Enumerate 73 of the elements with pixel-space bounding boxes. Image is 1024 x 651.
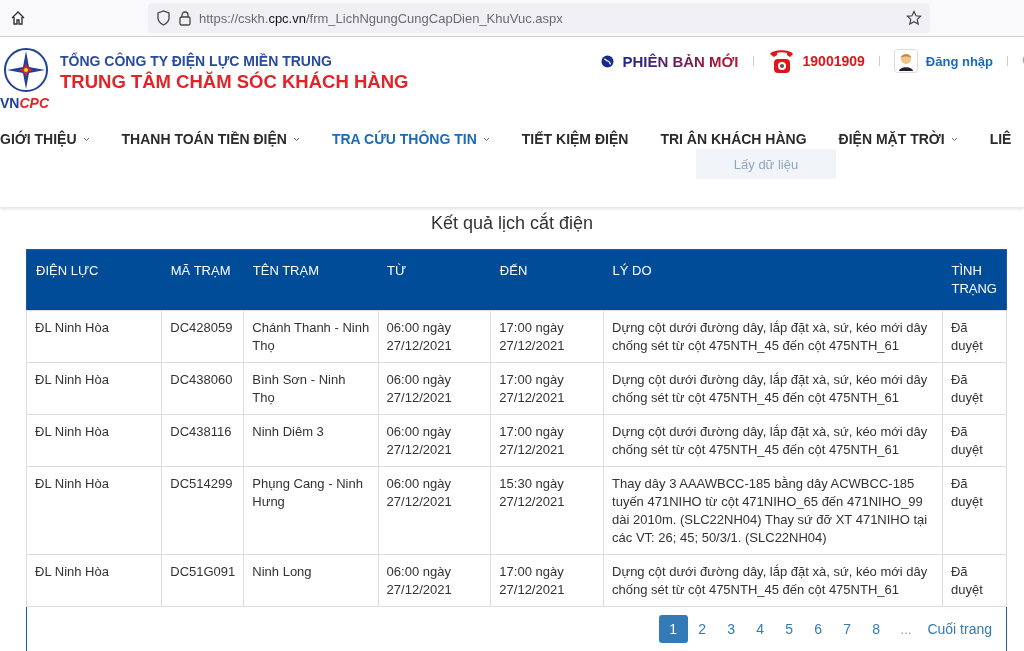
lock-icon	[179, 10, 191, 26]
table-cell: 06:00 ngày 27/12/2021	[378, 414, 491, 467]
center-name: TRUNG TÂM CHĂM SÓC KHÁCH HÀNG	[60, 71, 409, 93]
table-cell: 17:00 ngày 27/12/2021	[490, 362, 604, 415]
table-cell: DC51G091	[161, 554, 244, 607]
column-header: TÊN TRẠM	[243, 249, 379, 311]
last-page-link[interactable]: Cuối trang	[921, 621, 992, 637]
page-ellipsis: ...	[899, 621, 913, 637]
table-cell: Phụng Cang - Ninh Hưng	[243, 466, 379, 555]
table-cell: Đã duyệt	[942, 310, 1007, 363]
table-cell: Dựng cột dưới đường dây, lắp đặt xà, sứ, kéo mới dây chống sét từ cột 475NTH_45 đến cột 475NTH_61	[603, 554, 943, 607]
table-cell: Ninh Diêm 3	[243, 414, 379, 467]
globe-icon	[601, 54, 615, 68]
nav-item[interactable]: TRI ÂN KHÁCH HÀNG	[660, 131, 807, 147]
table-cell: DC514299	[161, 466, 244, 555]
table-cell: ĐL Ninh Hòa	[26, 414, 162, 467]
table-cell: ĐL Ninh Hòa	[26, 310, 162, 363]
table-cell: 06:00 ngày 27/12/2021	[378, 362, 491, 415]
shield-icon[interactable]	[156, 10, 171, 26]
star-icon[interactable]	[906, 10, 922, 26]
table-cell: ĐL Ninh Hòa	[26, 362, 162, 415]
table-cell: Dựng cột dưới đường dây, lắp đặt xà, sứ, kéo mới dây chống sét từ cột 475NTH_45 đến cột 475NTH_61	[603, 414, 943, 467]
page-link[interactable]: 3	[716, 615, 746, 643]
table-cell: 15:30 ngày 27/12/2021	[490, 466, 604, 555]
hotline-number[interactable]: 19001909	[802, 53, 865, 69]
nav-item[interactable]: GIỚI THIỆU	[0, 131, 90, 147]
page-link[interactable]: 1	[658, 615, 688, 643]
table-cell: 17:00 ngày 27/12/2021	[490, 554, 604, 607]
column-header: MÃ TRẠM	[161, 249, 244, 311]
column-header: TỪ	[378, 249, 491, 311]
table-cell: DC438116	[161, 414, 244, 467]
table-cell: 17:00 ngày 27/12/2021	[490, 414, 604, 467]
nav-item[interactable]: ĐIỆN MẶT TRỜI	[838, 131, 958, 147]
table-cell: Dựng cột dưới đường dây, lắp đặt xà, sứ, kéo mới dây chống sét từ cột 475NTH_45 đến cột 475NTH_61	[603, 310, 943, 363]
login-link[interactable]: Đăng nhập	[925, 53, 993, 69]
nav-item[interactable]: THANH TOÁN TIỀN ĐIỆN	[121, 131, 300, 147]
table-cell: Ninh Long	[243, 554, 379, 607]
column-header: TÌNH TRẠNG	[942, 249, 1007, 311]
table-cell: Bình Sơn - Ninh Thọ	[243, 362, 379, 415]
new-version-link[interactable]: PHIÊN BẢN MỚI	[622, 52, 739, 70]
page-link[interactable]: 8	[861, 615, 891, 643]
company-name: TỔNG CÔNG TY ĐIỆN LỰC MIỀN TRUNG	[60, 53, 333, 69]
page-link[interactable]: 5	[774, 615, 804, 643]
table-cell: ĐL Ninh Hòa	[26, 554, 162, 607]
table-cell: 06:00 ngày 27/12/2021	[378, 554, 491, 607]
table-cell: Thay dây 3 AAAWBCC-185 bằng dây ACWBCC-185 tuyến 471NIHO từ cột 471NIHO_65 đến 471NIHO_99 dài 2010m. (SLC22NH04) Thay sứ đỡ XT 471NIHO tại các VT: 26; 45; 50/3/1. (SLC22NH04)	[603, 466, 943, 555]
table-cell: Dựng cột dưới đường dây, lắp đặt xà, sứ, kéo mới dây chống sét từ cột 475NTH_45 đến cột 475NTH_61	[603, 362, 943, 415]
page-link[interactable]: 6	[803, 615, 833, 643]
table-cell: DC438060	[161, 362, 244, 415]
page-link[interactable]: 4	[745, 615, 775, 643]
nav-item[interactable]: LIÊ	[989, 131, 1012, 147]
page-link[interactable]: 7	[832, 615, 862, 643]
column-header: ĐẾN	[490, 249, 604, 311]
table-cell: ĐL Ninh Hòa	[26, 466, 162, 555]
table-cell: DC428059	[161, 310, 244, 363]
table-cell: 06:00 ngày 27/12/2021	[378, 310, 491, 363]
home-icon[interactable]	[10, 10, 26, 26]
table-cell: Đã duyệt	[942, 554, 1007, 607]
results-title: Kết quả lịch cắt điện	[429, 213, 595, 234]
logo-wordmark: VNCPC	[0, 95, 49, 111]
avatar-icon	[893, 49, 918, 73]
table-cell: Đã duyệt	[942, 362, 1007, 415]
table-cell: 06:00 ngày 27/12/2021	[378, 466, 491, 555]
page-link[interactable]: 2	[687, 615, 717, 643]
logo-icon	[3, 47, 49, 93]
table-cell: Đã duyệt	[942, 414, 1007, 467]
table-cell: Đã duyệt	[942, 466, 1007, 555]
table-cell: 17:00 ngày 27/12/2021	[490, 310, 604, 363]
table-cell: Chánh Thanh - Ninh Thọ	[243, 310, 379, 363]
nav-item[interactable]: TIẾT KIỆM ĐIỆN	[521, 131, 629, 147]
column-header: ĐIỆN LỰC	[26, 249, 162, 311]
column-header: LÝ DO	[603, 249, 943, 311]
nav-item[interactable]: TRA CỨU THÔNG TIN	[331, 131, 490, 147]
